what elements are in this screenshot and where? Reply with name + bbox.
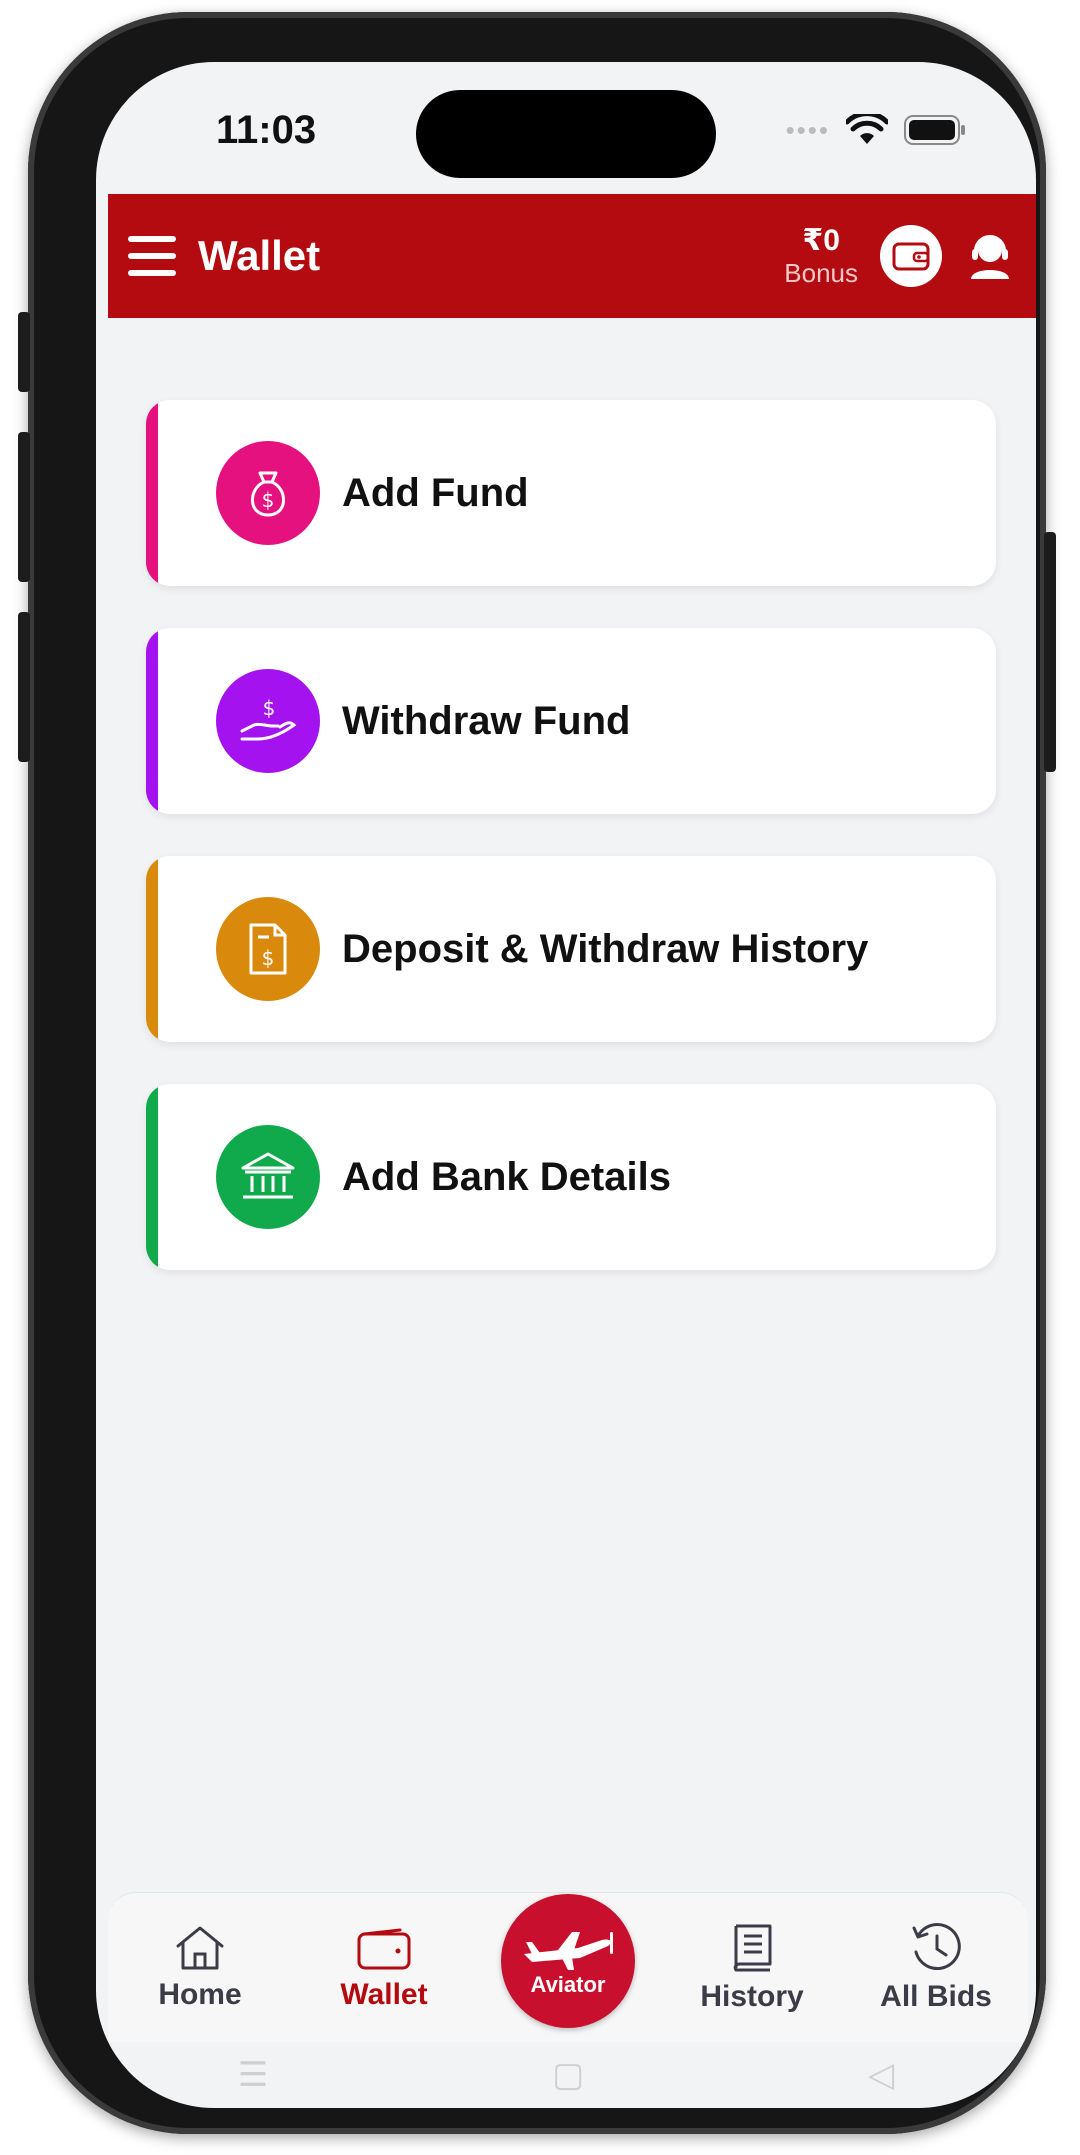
system-home-icon[interactable]: ▢	[552, 2055, 584, 2095]
nav-label: All Bids	[880, 1979, 992, 2013]
nav-wallet[interactable]: Wallet	[299, 1924, 469, 2012]
card-icon-circle: $	[216, 669, 320, 773]
nav-aviator[interactable]: Aviator	[483, 1893, 653, 2028]
nav-home[interactable]: Home	[115, 1924, 285, 2012]
aviator-button[interactable]: Aviator	[501, 1893, 635, 2028]
card-icon-circle: $	[216, 897, 320, 1001]
svg-text:$: $	[262, 946, 275, 970]
wallet-icon	[892, 242, 930, 271]
phone-frame: 11:03 •••• Wallet ₹0 Bonus $ Add Fund $ …	[18, 12, 1056, 2134]
wallet-icon	[357, 1928, 411, 1969]
volume-up-button	[18, 432, 30, 582]
card-accent	[146, 400, 158, 586]
nav-all-bids[interactable]: All Bids	[851, 1922, 1021, 2014]
nav-label: Wallet	[340, 1977, 428, 2011]
support-button[interactable]	[962, 228, 1018, 284]
add-bank-details-card[interactable]: Add Bank Details	[146, 1084, 996, 1270]
app-header: Wallet ₹0 Bonus	[108, 194, 1036, 318]
bank-icon	[241, 1152, 295, 1199]
hamburger-menu-icon[interactable]	[128, 236, 176, 276]
volume-down-button	[18, 612, 30, 762]
bottom-navigation: Home Wallet Aviator History All Bids	[108, 1892, 1028, 2042]
battery-icon	[904, 115, 965, 145]
clock-history-icon	[912, 1922, 961, 1970]
card-label: Add Fund	[342, 470, 529, 515]
card-label: Add Bank Details	[342, 1154, 671, 1199]
status-time: 11:03	[216, 108, 317, 152]
document-dollar-icon: $	[249, 923, 287, 975]
money-bag-icon: $	[251, 471, 285, 517]
book-icon	[733, 1924, 772, 1971]
svg-text:$: $	[262, 488, 275, 512]
app-screen: 11:03 •••• Wallet ₹0 Bonus $ Add Fund $ …	[96, 62, 1036, 2108]
hand-dollar-icon: $	[240, 696, 297, 741]
status-icons: ••••	[786, 114, 966, 146]
bonus-amount: ₹0	[802, 224, 840, 257]
card-label: Deposit & Withdraw History	[342, 926, 869, 971]
nav-label: History	[700, 1979, 804, 2013]
airplane-icon	[524, 1931, 613, 1970]
card-icon-circle	[216, 1125, 320, 1229]
system-back-icon[interactable]: ◁	[868, 2055, 894, 2095]
system-nav-bar: ☰ ▢ ◁	[96, 2042, 1036, 2108]
withdraw-fund-card[interactable]: $ Withdraw Fund	[146, 628, 996, 814]
bonus-label: Bonus	[784, 258, 858, 288]
deposit-withdraw-history-card[interactable]: $ Deposit & Withdraw History	[146, 856, 996, 1042]
nav-label: Home	[158, 1977, 242, 2011]
card-label: Withdraw Fund	[342, 698, 631, 743]
card-accent	[146, 1084, 158, 1270]
nav-history[interactable]: History	[667, 1922, 837, 2014]
add-fund-card[interactable]: $ Add Fund	[146, 400, 996, 586]
card-accent	[146, 856, 158, 1042]
power-button	[1044, 532, 1056, 772]
bonus-balance[interactable]: ₹0 Bonus	[784, 224, 858, 288]
aviator-label: Aviator	[530, 1971, 606, 1997]
svg-text:$: $	[263, 696, 276, 720]
wallet-menu: $ Add Fund $ Withdraw Fund $ Deposit & W…	[146, 400, 996, 1312]
dynamic-island	[416, 90, 716, 178]
home-icon	[176, 1926, 224, 1969]
silent-switch	[18, 312, 30, 392]
wallet-button[interactable]	[880, 225, 942, 287]
signal-dots-icon: ••••	[785, 114, 830, 145]
page-title: Wallet	[198, 232, 321, 279]
card-icon-circle: $	[216, 441, 320, 545]
customer-support-icon	[971, 235, 1009, 279]
card-accent	[146, 628, 158, 814]
recent-apps-icon[interactable]: ☰	[238, 2055, 268, 2095]
wifi-icon	[846, 114, 888, 144]
